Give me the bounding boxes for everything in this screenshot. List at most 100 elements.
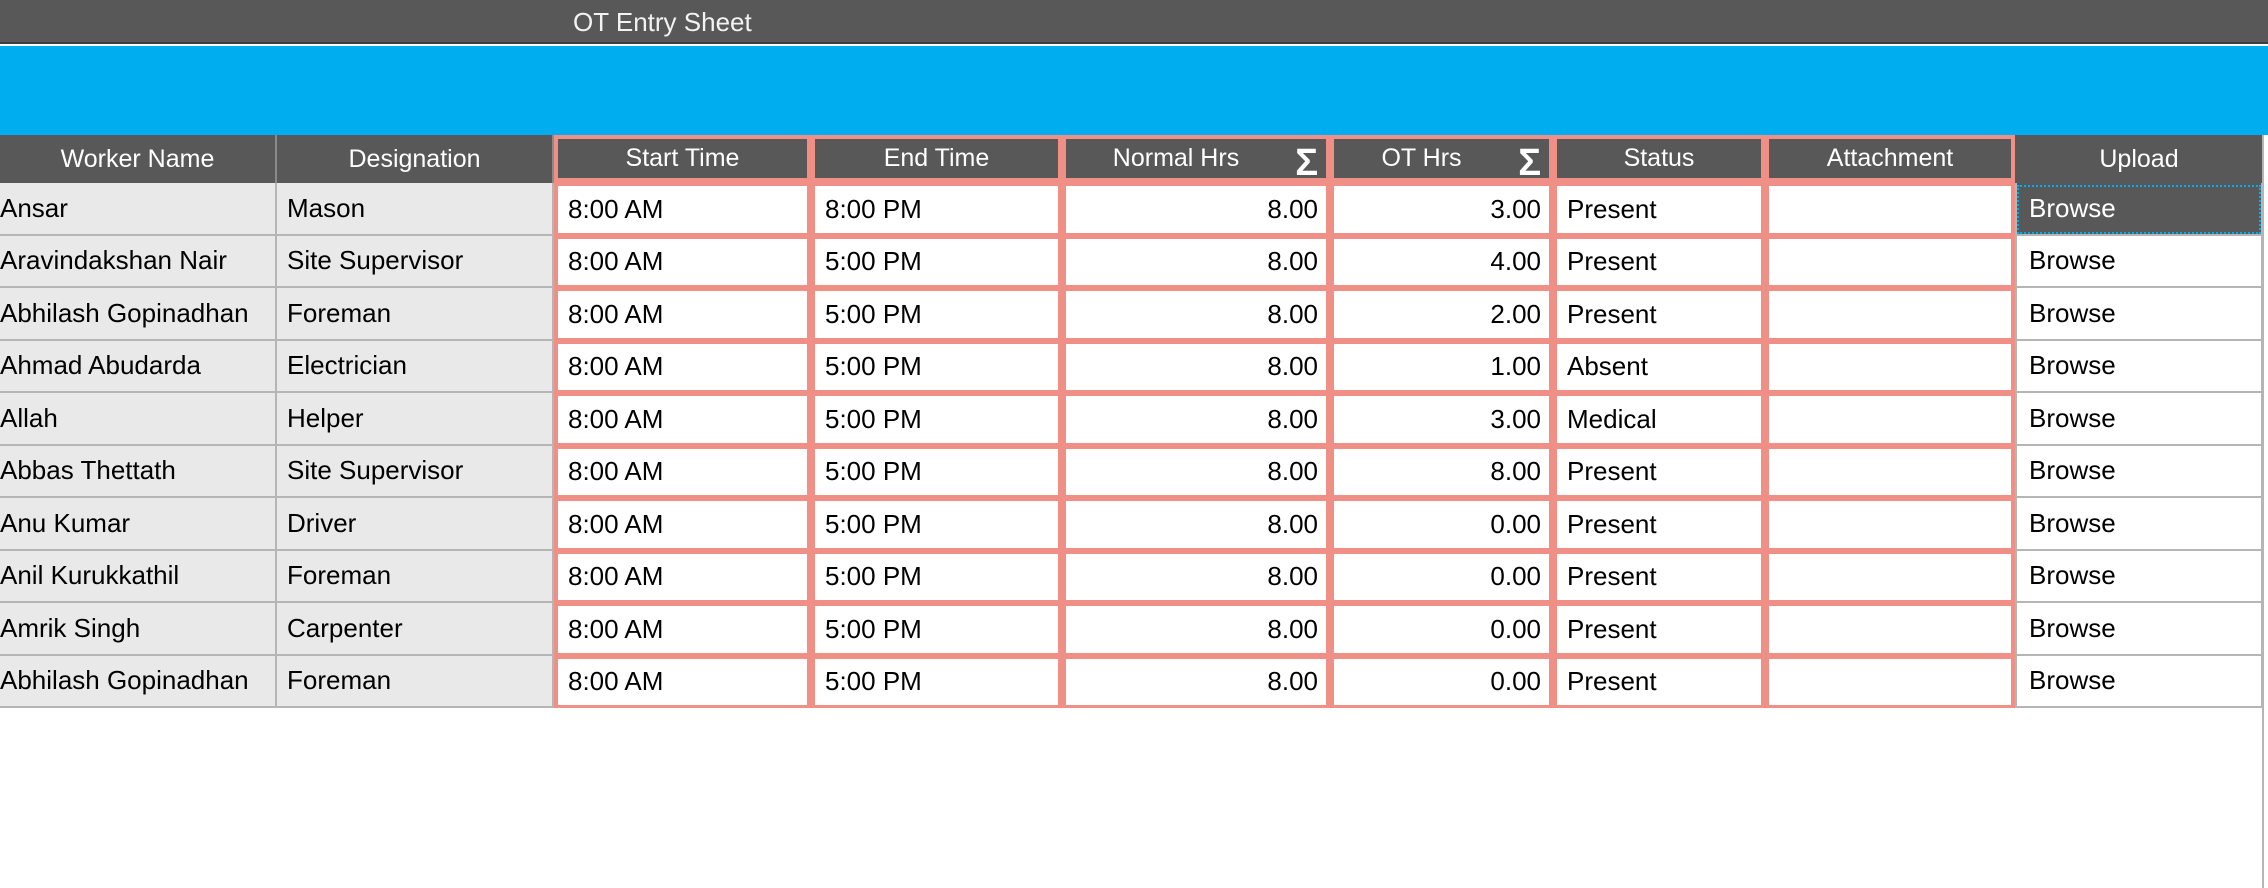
end-time-input[interactable]: 5:00 PM	[811, 393, 1062, 446]
normal-hrs-input[interactable]: 8.00	[1062, 498, 1330, 551]
column-header-upload[interactable]: Upload	[2015, 135, 2263, 183]
column-header-attachment[interactable]: Attachment	[1765, 135, 2015, 183]
start-time-input[interactable]: 8:00 AM	[554, 393, 811, 446]
attachment-input[interactable]	[1765, 603, 2015, 656]
ot-hrs-input[interactable]: 1.00	[1330, 340, 1553, 393]
status-input[interactable]: Present	[1553, 445, 1765, 498]
normal-hrs-input[interactable]: 8.00	[1062, 393, 1330, 446]
attachment-input[interactable]	[1765, 340, 2015, 393]
ot-hrs-input[interactable]: 0.00	[1330, 550, 1553, 603]
start-time-input[interactable]: 8:00 AM	[554, 655, 811, 708]
ot-hrs-input[interactable]: 3.00	[1330, 183, 1553, 236]
normal-hrs-input[interactable]: 8.00	[1062, 603, 1330, 656]
normal-hrs-input[interactable]: 8.00	[1062, 445, 1330, 498]
status-input[interactable]: Present	[1553, 183, 1765, 236]
table-row[interactable]: Allah Helper 8:00 AM 5:00 PM 8.00 3.00 Medical…	[0, 393, 2268, 446]
status-input[interactable]: Present	[1553, 235, 1765, 288]
window-title: OT Entry Sheet	[573, 7, 752, 37]
normal-hrs-input[interactable]: 8.00	[1062, 655, 1330, 708]
attachment-input[interactable]	[1765, 445, 2015, 498]
start-time-input[interactable]: 8:00 AM	[554, 235, 811, 288]
browse-button[interactable]: Browse	[2015, 550, 2263, 603]
browse-button[interactable]: Browse	[2015, 655, 2263, 708]
sum-icon[interactable]: Σ	[1518, 141, 1541, 185]
column-header-designation[interactable]: Designation	[277, 135, 554, 183]
end-time-input[interactable]: 5:00 PM	[811, 498, 1062, 551]
end-time-input[interactable]: 5:00 PM	[811, 550, 1062, 603]
cell-worker-name: Ansar	[0, 183, 277, 236]
end-time-input[interactable]: 5:00 PM	[811, 288, 1062, 341]
normal-hrs-input[interactable]: 8.00	[1062, 340, 1330, 393]
status-input[interactable]: Absent	[1553, 340, 1765, 393]
start-time-input[interactable]: 8:00 AM	[554, 183, 811, 236]
end-time-input[interactable]: 5:00 PM	[811, 445, 1062, 498]
browse-button[interactable]: Browse	[2015, 340, 2263, 393]
end-time-input[interactable]: 5:00 PM	[811, 603, 1062, 656]
browse-button[interactable]: Browse	[2015, 498, 2263, 551]
attachment-input[interactable]	[1765, 550, 2015, 603]
status-input[interactable]: Medical	[1553, 393, 1765, 446]
browse-button[interactable]: Browse	[2015, 445, 2263, 498]
end-time-input[interactable]: 5:00 PM	[811, 655, 1062, 708]
end-time-input[interactable]: 8:00 PM	[811, 183, 1062, 236]
ot-entry-grid: Worker Name Designation Start Time End T…	[0, 135, 2268, 708]
browse-button[interactable]: Browse	[2015, 235, 2263, 288]
ot-hrs-input[interactable]: 2.00	[1330, 288, 1553, 341]
start-time-input[interactable]: 8:00 AM	[554, 288, 811, 341]
column-header-label: Attachment	[1826, 144, 1954, 172]
browse-button[interactable]: Browse	[2015, 603, 2263, 656]
ot-hrs-input[interactable]: 3.00	[1330, 393, 1553, 446]
attachment-input[interactable]	[1765, 655, 2015, 708]
status-input[interactable]: Present	[1553, 655, 1765, 708]
column-header-worker-name[interactable]: Worker Name	[0, 135, 277, 183]
column-header-end-time[interactable]: End Time	[811, 135, 1062, 183]
end-time-input[interactable]: 5:00 PM	[811, 340, 1062, 393]
start-time-input[interactable]: 8:00 AM	[554, 340, 811, 393]
attachment-input[interactable]	[1765, 235, 2015, 288]
attachment-input[interactable]	[1765, 393, 2015, 446]
table-row[interactable]: Anu Kumar Driver 8:00 AM 5:00 PM 8.00 0.00 Pre…	[0, 498, 2268, 551]
ot-hrs-input[interactable]: 8.00	[1330, 445, 1553, 498]
start-time-input[interactable]: 8:00 AM	[554, 498, 811, 551]
start-time-input[interactable]: 8:00 AM	[554, 603, 811, 656]
start-time-input[interactable]: 8:00 AM	[554, 445, 811, 498]
ot-hrs-input[interactable]: 0.00	[1330, 603, 1553, 656]
table-row[interactable]: Ansar Mason 8:00 AM 8:00 PM 8.00 3.00 Present B…	[0, 183, 2268, 236]
table-row[interactable]: Abhilash Gopinadhan Foreman 8:00 AM 5:00 PM…	[0, 655, 2268, 708]
attachment-input[interactable]	[1765, 498, 2015, 551]
ot-hrs-input[interactable]: 0.00	[1330, 655, 1553, 708]
column-header-ot-hrs[interactable]: OT Hrs Σ	[1330, 135, 1553, 185]
normal-hrs-input[interactable]: 8.00	[1062, 288, 1330, 341]
column-header-label: Worker Name	[60, 144, 215, 173]
normal-hrs-input[interactable]: 8.00	[1062, 183, 1330, 236]
browse-button[interactable]: Browse	[2015, 393, 2263, 446]
normal-hrs-input[interactable]: 8.00	[1062, 235, 1330, 288]
normal-hrs-input[interactable]: 8.00	[1062, 550, 1330, 603]
table-row[interactable]: Ahmad Abudarda Electrician 8:00 AM 5:00 PM 8…	[0, 340, 2268, 393]
cell-worker-name: Anu Kumar	[0, 498, 277, 551]
ot-hrs-input[interactable]: 0.00	[1330, 498, 1553, 551]
end-time-input[interactable]: 5:00 PM	[811, 235, 1062, 288]
column-header-label: Status	[1623, 144, 1695, 172]
column-header-status[interactable]: Status	[1553, 135, 1765, 183]
table-row[interactable]: Abhilash Gopinadhan Foreman 8:00 AM 5:00 PM…	[0, 288, 2268, 341]
status-input[interactable]: Present	[1553, 498, 1765, 551]
sum-icon[interactable]: Σ	[1295, 141, 1318, 185]
column-header-normal-hrs[interactable]: Normal Hrs Σ	[1062, 135, 1330, 185]
start-time-input[interactable]: 8:00 AM	[554, 550, 811, 603]
attachment-input[interactable]	[1765, 288, 2015, 341]
status-input[interactable]: Present	[1553, 550, 1765, 603]
table-row[interactable]: Abbas Thettath Site Supervisor 8:00 AM 5:00…	[0, 445, 2268, 498]
ot-hrs-input[interactable]: 4.00	[1330, 235, 1553, 288]
status-input[interactable]: Present	[1553, 288, 1765, 341]
table-row[interactable]: Aravindakshan Nair Site Supervisor 8:00 AM…	[0, 235, 2268, 288]
cell-worker-name: Amrik Singh	[0, 603, 277, 656]
cell-worker-name: Abhilash Gopinadhan	[0, 655, 277, 708]
attachment-input[interactable]	[1765, 183, 2015, 236]
status-input[interactable]: Present	[1553, 603, 1765, 656]
table-row[interactable]: Anil Kurukkathil Foreman 8:00 AM 5:00 PM 8.0…	[0, 550, 2268, 603]
browse-button[interactable]: Browse	[2015, 183, 2263, 236]
table-row[interactable]: Amrik Singh Carpenter 8:00 AM 5:00 PM 8.00 0.…	[0, 603, 2268, 656]
browse-button[interactable]: Browse	[2015, 288, 2263, 341]
column-header-start-time[interactable]: Start Time	[554, 135, 811, 183]
